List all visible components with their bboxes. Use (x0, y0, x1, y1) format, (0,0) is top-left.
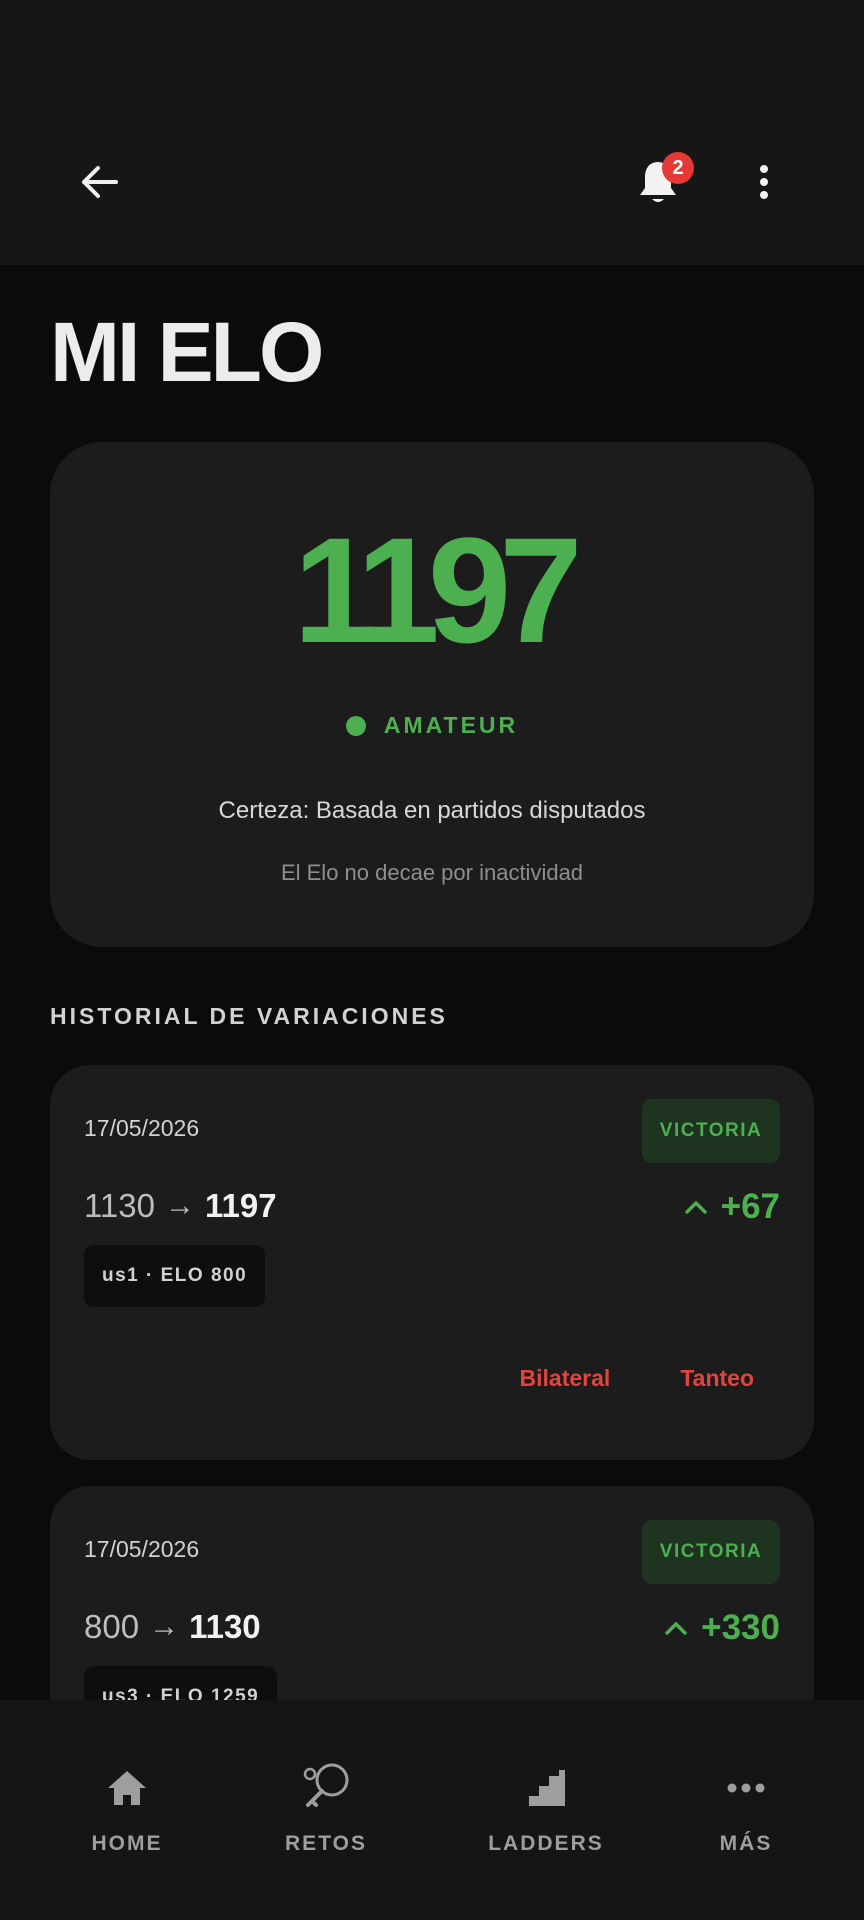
paddle-icon (298, 1760, 354, 1816)
elo-delta-value: +67 (720, 1187, 780, 1226)
screen: 2 MI ELO 1197 AMATEUR Certeza: Basada en… (0, 0, 864, 1920)
opponent-chip[interactable]: us1 · ELO 800 (84, 1245, 266, 1307)
level-dot-icon (345, 715, 366, 736)
elo-to: 1130 (189, 1608, 261, 1645)
nav-label-retos: RETOS (285, 1832, 367, 1855)
arrow-right-icon: → (164, 1189, 195, 1222)
nav-label-ladders: LADDERS (488, 1832, 604, 1855)
top-app-bar: 2 (0, 0, 864, 265)
page-title: MI ELO (50, 305, 324, 399)
level-label: AMATEUR (383, 712, 519, 738)
history-section-title: HISTORIAL DE VARIACIONES (50, 1003, 448, 1029)
nav-label-home: HOME (91, 1832, 163, 1855)
result-badge: VICTORIA (642, 1520, 780, 1584)
elo-to: 1197 (204, 1187, 277, 1224)
elo-change: 1130 → 1197 (84, 1187, 277, 1225)
history-item[interactable]: 17/05/2026 VICTORIA 1130 → 1197 +67 us1 … (50, 1065, 814, 1460)
elo-from: 800 (84, 1608, 140, 1645)
arrow-left-icon (82, 166, 118, 198)
back-button[interactable] (72, 156, 128, 208)
match-tags: Bilateral Tanteo (520, 1365, 754, 1392)
nav-item-home[interactable]: HOME (37, 1700, 217, 1900)
more-horizontal-icon (718, 1760, 774, 1816)
elo-delta: +67 (684, 1187, 780, 1227)
certainty-text: Certeza: Basada en partidos disputados (218, 797, 646, 824)
notification-count-badge: 2 (662, 152, 694, 184)
elo-value: 1197 (293, 506, 582, 674)
notifications-button[interactable]: 2 (636, 150, 694, 210)
ladder-icon (518, 1760, 574, 1816)
nav-item-ladders[interactable]: LADDERS (456, 1700, 636, 1900)
tag-bilateral: Bilateral (519, 1365, 611, 1391)
elo-delta: +330 (665, 1608, 780, 1648)
elo-from: 1130 (84, 1187, 155, 1224)
elo-change: 800 → 1130 (84, 1608, 261, 1646)
more-vertical-icon (760, 165, 768, 199)
chevron-up-icon (684, 1201, 707, 1214)
arrow-right-icon: → (149, 1610, 180, 1643)
nav-item-retos[interactable]: RETOS (236, 1700, 416, 1900)
home-icon (99, 1760, 155, 1816)
chevron-up-icon (665, 1622, 687, 1635)
decay-note: El Elo no decae por inactividad (280, 860, 584, 885)
nav-item-mas[interactable]: MÁS (656, 1700, 836, 1900)
nav-label-mas: MÁS (719, 1832, 773, 1855)
level-indicator: AMATEUR (0, 712, 864, 739)
history-date: 17/05/2026 (84, 1115, 200, 1141)
overflow-menu-button[interactable] (740, 156, 788, 208)
tag-tanteo: Tanteo (680, 1365, 754, 1391)
bottom-navigation: HOME RETOS LADDERS MÁS (0, 1700, 864, 1920)
elo-delta-value: +330 (701, 1608, 780, 1647)
history-date: 17/05/2026 (84, 1536, 200, 1562)
result-badge: VICTORIA (642, 1099, 780, 1163)
